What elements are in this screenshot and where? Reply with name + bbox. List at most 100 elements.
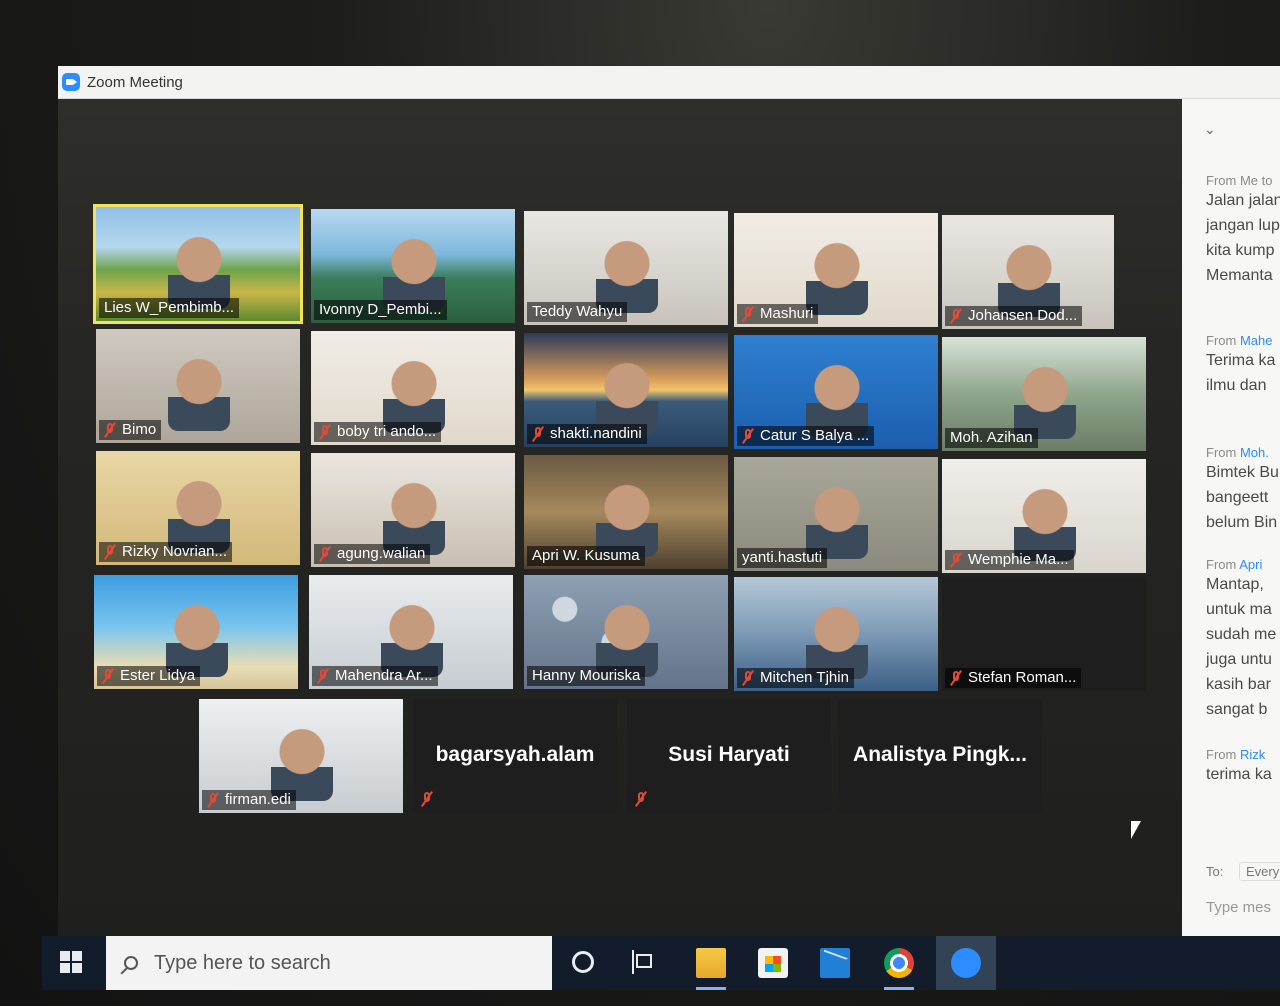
participant-video <box>168 355 230 431</box>
search-placeholder: Type here to search <box>154 951 331 974</box>
store-icon[interactable] <box>758 948 788 978</box>
participant-name-label: bagarsyah.alam <box>435 743 595 766</box>
participant-tile[interactable]: firman.edi <box>199 699 403 813</box>
participant-tile[interactable]: Catur S Balya ... <box>734 335 938 449</box>
participant-name-label: boby tri ando... <box>314 422 442 442</box>
windows-taskbar: Type here to search <box>42 936 1280 990</box>
mic-muted-icon <box>319 424 331 440</box>
chat-sender: From Mahe <box>1206 333 1273 348</box>
chat-text: kita kump <box>1206 242 1275 259</box>
participant-name-label: Stefan Roman... <box>945 668 1082 688</box>
participant-tile[interactable]: yanti.hastuti <box>734 457 938 571</box>
participant-name-label: Analistya Pingk... <box>853 743 1027 766</box>
chat-panel: ⌄ From Me to Jalan jalan jangan lup kita… <box>1182 99 1280 936</box>
chevron-down-icon[interactable]: ⌄ <box>1204 121 1216 138</box>
participant-name-label: Hanny Mouriska <box>527 666 646 686</box>
running-indicator <box>884 987 914 990</box>
chat-input[interactable]: Type mes <box>1206 899 1271 916</box>
mic-muted-icon <box>742 670 754 686</box>
participant-tile[interactable]: Analistya Pingk... <box>838 699 1042 813</box>
mic-muted-icon <box>421 791 433 807</box>
chat-sender: From Me to <box>1206 173 1273 188</box>
mic-muted-icon <box>742 306 754 322</box>
participant-tile[interactable]: Rizky Novrian... <box>96 451 300 565</box>
search-icon <box>124 956 138 970</box>
chat-text: Terima ka <box>1206 352 1276 369</box>
participant-tile[interactable]: Hanny Mouriska <box>524 575 728 689</box>
task-view-icon[interactable] <box>632 950 658 974</box>
chat-message: From Me to Jalan jalan jangan lup kita k… <box>1206 173 1280 288</box>
participant-tile[interactable]: Mashuri <box>734 213 938 327</box>
participant-tile[interactable]: Stefan Roman... <box>942 577 1146 691</box>
chat-message: From Rizk terima ka <box>1206 747 1280 787</box>
participant-tile[interactable]: Wemphie Ma... <box>942 459 1146 573</box>
mic-muted-icon <box>635 791 647 807</box>
participant-tile[interactable]: agung.walian <box>311 453 515 567</box>
chat-message: From Apri Mantap, untuk ma sudah me juga… <box>1206 557 1280 722</box>
mic-muted-icon <box>317 668 329 684</box>
mic-muted-icon <box>319 546 331 562</box>
participant-name-label: Teddy Wahyu <box>527 302 628 322</box>
chat-text: kasih bar <box>1206 676 1271 693</box>
mic-muted-icon <box>207 792 219 808</box>
mic-muted-icon <box>532 426 544 442</box>
chat-text: belum Bin <box>1206 514 1278 531</box>
participant-name-label: Mashuri <box>737 304 819 324</box>
file-explorer-icon[interactable] <box>696 948 726 978</box>
chat-text: sangat b <box>1206 701 1268 718</box>
chrome-icon[interactable] <box>884 948 914 978</box>
participant-name-label: Mahendra Ar... <box>312 666 438 686</box>
participant-name-label: Susi Haryati <box>668 743 790 766</box>
mouse-cursor-icon <box>1131 821 1141 839</box>
participant-tile[interactable]: Apri W. Kusuma <box>524 455 728 569</box>
window-title: Zoom Meeting <box>87 73 183 91</box>
participant-tile[interactable]: Ivonny D_Pembi... <box>311 209 515 323</box>
participant-tile[interactable]: shakti.nandini <box>524 333 728 447</box>
participant-name-label: Wemphie Ma... <box>945 550 1074 570</box>
cortana-icon[interactable] <box>572 951 594 973</box>
mic-muted-icon <box>950 552 962 568</box>
chat-text: terima ka <box>1206 766 1272 783</box>
participant-tile[interactable]: Mahendra Ar... <box>309 575 513 689</box>
participant-name-label: shakti.nandini <box>527 424 647 444</box>
mic-muted-icon <box>950 308 962 324</box>
zoom-logo-icon <box>62 73 80 91</box>
participant-tile[interactable]: Mitchen Tjhin <box>734 577 938 691</box>
chat-sender: From Apri <box>1206 557 1263 572</box>
chat-recipient-select[interactable]: Every <box>1238 862 1280 881</box>
participant-name-label: firman.edi <box>202 790 296 810</box>
mic-muted-icon <box>742 428 754 444</box>
participant-tile[interactable]: Bimo <box>96 329 300 443</box>
participant-name-label: Mitchen Tjhin <box>737 668 854 688</box>
participant-name-label: Catur S Balya ... <box>737 426 875 446</box>
participant-tile[interactable]: Susi Haryati <box>627 699 831 813</box>
chat-text: jangan lup <box>1206 217 1280 234</box>
participant-tile[interactable]: bagarsyah.alam <box>413 699 617 813</box>
taskbar-search-box[interactable]: Type here to search <box>106 936 552 990</box>
participant-name-label: agung.walian <box>314 544 431 564</box>
mic-muted-icon <box>104 422 116 438</box>
chat-text: sudah me <box>1206 626 1277 643</box>
participant-name-label: Ester Lidya <box>97 666 201 686</box>
mic-muted-icon <box>104 544 116 560</box>
participant-name-label: yanti.hastuti <box>737 548 828 568</box>
participant-tile[interactable]: Teddy Wahyu <box>524 211 728 325</box>
participant-name-label: Lies W_Pembimb... <box>99 298 240 318</box>
windows-start-icon[interactable] <box>60 951 82 973</box>
participant-tile[interactable]: boby tri ando... <box>311 331 515 445</box>
chat-text: Bimtek Bu <box>1206 464 1279 481</box>
chat-text: Mantap, <box>1206 576 1264 593</box>
participant-tile[interactable]: Moh. Azihan <box>942 337 1146 451</box>
participant-tile[interactable]: Ester Lidya <box>94 575 298 689</box>
chat-sender: From Moh. <box>1206 445 1269 460</box>
zoom-icon[interactable] <box>936 936 996 990</box>
chat-text: bangeett <box>1206 489 1269 506</box>
chat-text: Jalan jalan <box>1206 192 1280 209</box>
running-indicator <box>696 987 726 990</box>
chat-text: juga untu <box>1206 651 1272 668</box>
participant-tile[interactable]: Lies W_Pembimb... <box>93 204 303 324</box>
title-bar: Zoom Meeting <box>58 66 1280 99</box>
mic-muted-icon <box>950 670 962 686</box>
mail-icon[interactable] <box>820 948 850 978</box>
participant-tile[interactable]: Johansen Dod... <box>942 215 1114 329</box>
